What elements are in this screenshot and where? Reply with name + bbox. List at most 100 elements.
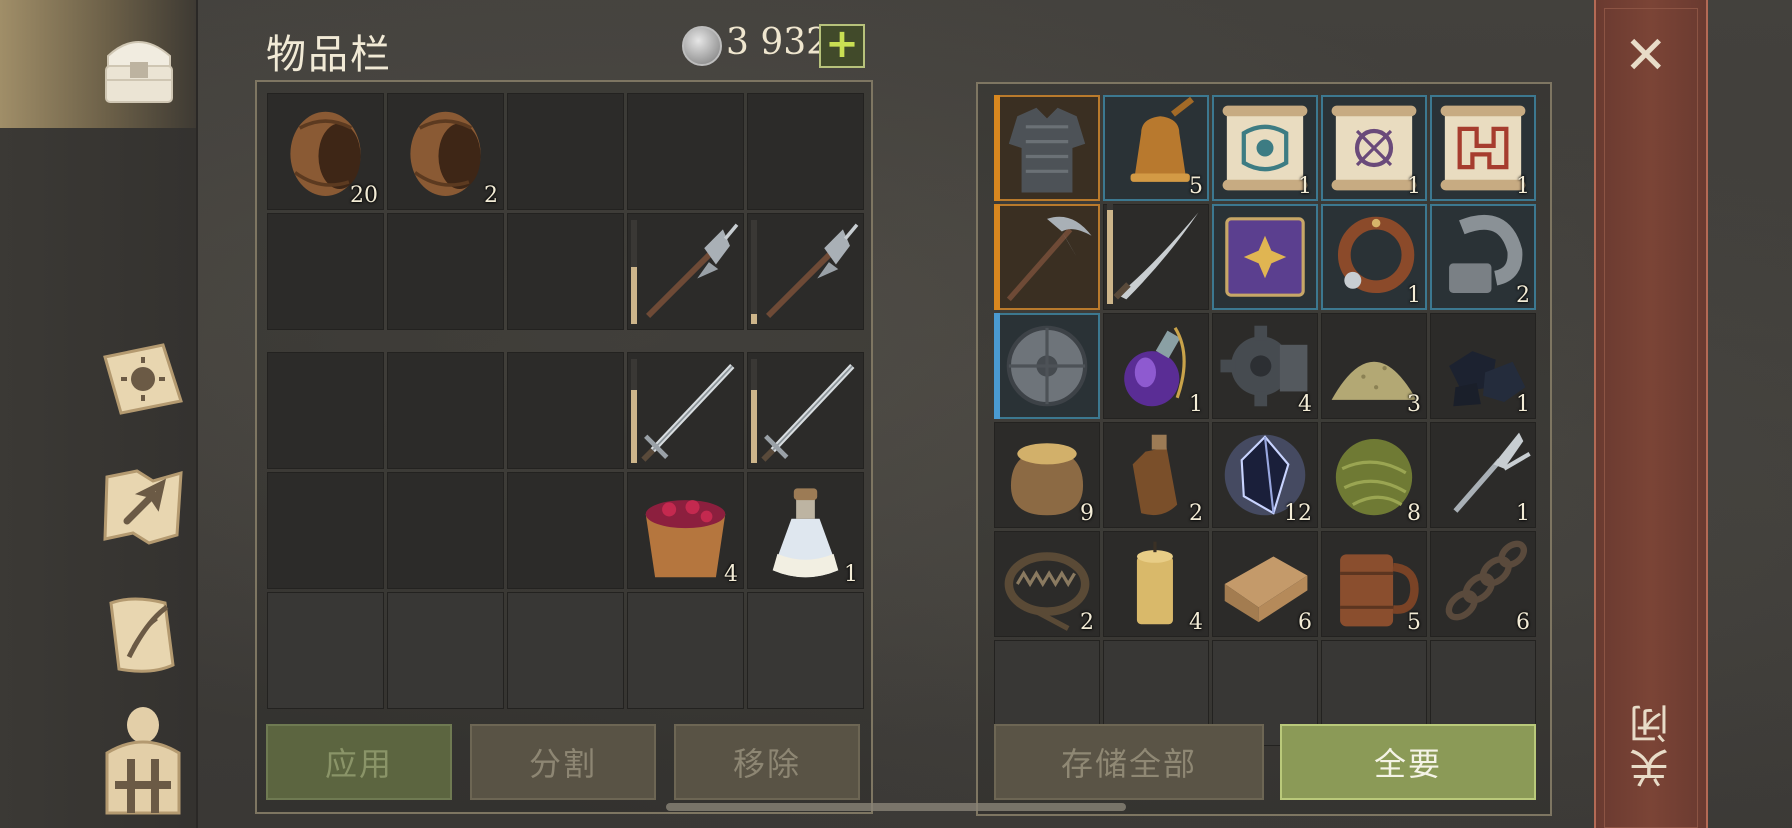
item-count: 6 xyxy=(1298,610,1312,635)
inventory-slot[interactable] xyxy=(747,213,864,330)
item-count: 1 xyxy=(844,562,858,587)
apply-button[interactable]: 应用 xyxy=(266,724,452,800)
inventory-slot[interactable]: 6 xyxy=(1212,531,1318,637)
inventory-slot[interactable] xyxy=(627,93,744,210)
item-count: 2 xyxy=(1080,610,1094,635)
inventory-slot[interactable]: 4 xyxy=(1212,313,1318,419)
item-count: 8 xyxy=(1407,501,1421,526)
map-arrow-icon xyxy=(103,469,183,545)
inventory-slot[interactable]: 12 xyxy=(1212,422,1318,528)
item-count: 2 xyxy=(1516,283,1530,308)
inventory-slot[interactable]: 5 xyxy=(1321,531,1427,637)
inventory-slot[interactable] xyxy=(387,592,504,709)
inventory-slot[interactable] xyxy=(267,592,384,709)
inventory-slot[interactable]: 2 xyxy=(1103,422,1209,528)
inventory-slot[interactable] xyxy=(747,592,864,709)
inventory-slot[interactable]: 1 xyxy=(1430,95,1536,201)
item-count: 1 xyxy=(1298,174,1312,199)
item-count: 2 xyxy=(1189,501,1203,526)
remove-button[interactable]: 移除 xyxy=(674,724,860,800)
inventory-slot[interactable] xyxy=(747,352,864,469)
sidebar xyxy=(0,0,198,828)
item-count: 1 xyxy=(1407,174,1421,199)
inventory-slot[interactable]: 1 xyxy=(1321,95,1427,201)
sidebar-tab-map[interactable] xyxy=(88,450,198,560)
durability-bar xyxy=(1107,204,1113,304)
inventory-slot[interactable]: 2 xyxy=(387,93,504,210)
inventory-slot[interactable]: 3 xyxy=(1321,313,1427,419)
item-count: 2 xyxy=(484,183,498,208)
inventory-slot[interactable] xyxy=(267,213,384,330)
item-count: 4 xyxy=(1298,392,1312,417)
inventory-slot[interactable] xyxy=(507,472,624,589)
inventory-slot[interactable]: 4 xyxy=(1103,531,1209,637)
take-all-button[interactable]: 全要 xyxy=(1280,724,1536,800)
inventory-slot[interactable]: 1 xyxy=(1212,95,1318,201)
durability-bar xyxy=(751,220,757,324)
inventory-slot[interactable] xyxy=(387,213,504,330)
close-panel[interactable]: ✕ 关闭 xyxy=(1594,0,1708,828)
inventory-slot[interactable] xyxy=(507,213,624,330)
inventory-slot[interactable]: 5 xyxy=(1103,95,1209,201)
inventory-slot[interactable]: 1 xyxy=(1321,204,1427,310)
scrollbar[interactable] xyxy=(666,803,1126,811)
item-count: 5 xyxy=(1407,610,1421,635)
close-icon[interactable]: ✕ xyxy=(1624,30,1668,82)
inventory-slot[interactable]: 1 xyxy=(1430,422,1536,528)
inventory-slot[interactable]: 8 xyxy=(1321,422,1427,528)
durability-bar xyxy=(631,359,637,463)
inventory-slot[interactable]: 1 xyxy=(1430,313,1536,419)
item-count: 6 xyxy=(1516,610,1530,635)
item-count: 9 xyxy=(1080,501,1094,526)
inventory-slot[interactable] xyxy=(1212,204,1318,310)
item-count: 4 xyxy=(1189,610,1203,635)
inventory-slot[interactable] xyxy=(994,204,1100,310)
item-count: 4 xyxy=(724,562,738,587)
inventory-slot[interactable]: 2 xyxy=(994,531,1100,637)
inventory-slot[interactable] xyxy=(1103,204,1209,310)
close-label[interactable]: 关闭 xyxy=(1624,700,1682,788)
inventory-slot[interactable]: 6 xyxy=(1430,531,1536,637)
page-title: 物品栏 xyxy=(266,32,392,78)
inventory-slot[interactable] xyxy=(267,472,384,589)
inventory-slot[interactable] xyxy=(267,352,384,469)
item-count: 5 xyxy=(1189,174,1203,199)
scroll-quill-icon xyxy=(109,597,175,673)
inventory-slot[interactable] xyxy=(747,93,864,210)
inventory-slot[interactable] xyxy=(507,592,624,709)
store-all-button[interactable]: 存储全部 xyxy=(994,724,1264,800)
inventory-slot[interactable] xyxy=(387,352,504,469)
inventory-slot[interactable]: 4 xyxy=(627,472,744,589)
inventory-slot[interactable] xyxy=(994,313,1100,419)
backpack-character-icon xyxy=(105,707,181,815)
durability-bar xyxy=(751,359,757,463)
add-currency-button[interactable]: + xyxy=(819,24,865,68)
item-count: 1 xyxy=(1516,392,1530,417)
sidebar-tab-inventory[interactable] xyxy=(0,0,196,128)
inventory-slot[interactable]: 20 xyxy=(267,93,384,210)
inventory-slot[interactable] xyxy=(387,472,504,589)
inventory-slot[interactable] xyxy=(627,592,744,709)
inventory-slot[interactable]: 1 xyxy=(747,472,864,589)
sidebar-tab-crafting[interactable] xyxy=(88,322,198,432)
inventory-slot[interactable] xyxy=(627,213,744,330)
inventory-slot[interactable] xyxy=(507,93,624,210)
inventory-slot[interactable] xyxy=(994,95,1100,201)
inventory-grid-top: 20 2 xyxy=(267,93,864,330)
inventory-slot[interactable] xyxy=(507,352,624,469)
inventory-slot[interactable]: 2 xyxy=(1430,204,1536,310)
silver-coin-icon xyxy=(682,26,722,66)
inventory-slot[interactable] xyxy=(627,352,744,469)
currency-value: 3 932 xyxy=(726,22,830,63)
inventory-slot[interactable]: 9 xyxy=(994,422,1100,528)
inventory-grid-bottom: 41 xyxy=(267,352,864,709)
split-button[interactable]: 分割 xyxy=(470,724,656,800)
item-count: 1 xyxy=(1407,283,1421,308)
sidebar-tab-character[interactable] xyxy=(88,707,198,818)
durability-bar xyxy=(631,220,637,324)
sidebar-tab-quests[interactable] xyxy=(88,580,198,690)
item-count: 12 xyxy=(1284,501,1312,526)
chest-icon xyxy=(105,41,173,103)
item-count: 3 xyxy=(1407,392,1421,417)
inventory-slot[interactable]: 1 xyxy=(1103,313,1209,419)
